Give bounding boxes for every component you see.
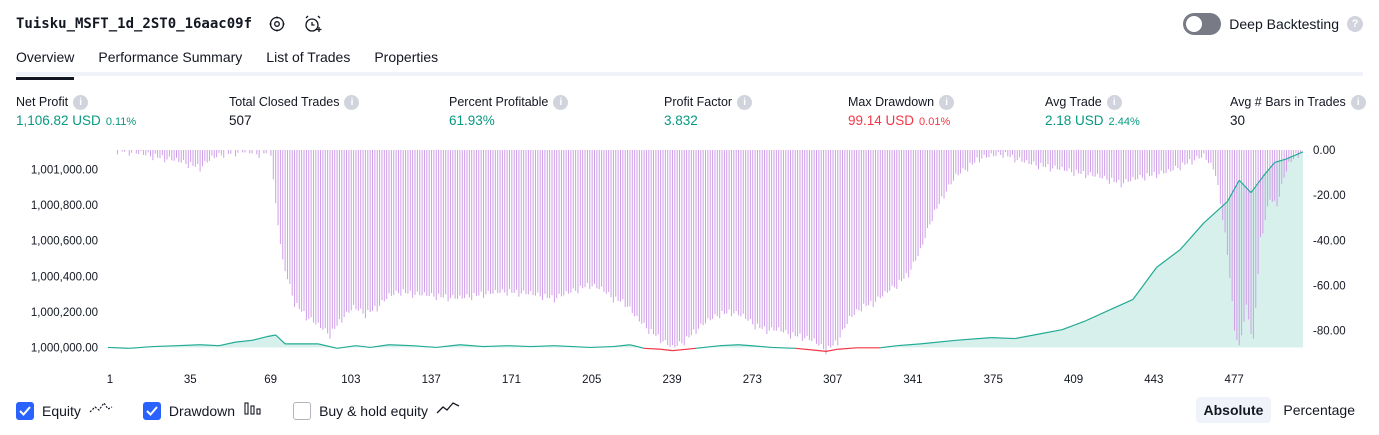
stat-percent: 0.11% <box>105 116 137 128</box>
legend-equity[interactable]: Equity <box>16 400 113 421</box>
x-axis-tick-label: 273 <box>743 374 762 386</box>
y-axis-tick-label: 1,000,600.00 <box>31 236 98 248</box>
chart-legend: Equity Drawdown Buy & hold equity <box>16 400 490 421</box>
equity-line-segment <box>795 347 815 351</box>
tab-performance-summary[interactable]: Performance Summary <box>98 46 242 76</box>
y2-axis-tick-label: 0.00 <box>1313 145 1335 157</box>
scale-toggle: Absolute Percentage <box>1195 397 1364 423</box>
info-icon[interactable]: i <box>939 94 955 110</box>
info-icon[interactable]: i <box>344 94 360 110</box>
equity-line-segment <box>825 348 838 352</box>
stat-value: 2.18 USD <box>1045 113 1104 128</box>
stat-label: Avg # Bars in Trades <box>1230 95 1346 109</box>
deep-backtesting: Deep Backtesting ? <box>1183 13 1363 35</box>
x-axis-tick-label: 375 <box>984 374 1003 386</box>
equity-drawdown-chart: 1,000,000.00 1,000,200.00 1,000,400.00 1,00… <box>31 145 1346 386</box>
y-axis-tick-label: 1,001,000.00 <box>31 165 98 177</box>
drawdown-bars-icon <box>243 400 263 421</box>
y-axis-tick-label: 1,000,800.00 <box>31 200 98 212</box>
buy-hold-line-icon <box>436 400 460 421</box>
tab-properties[interactable]: Properties <box>374 46 438 76</box>
stat-avg-bars-in-trades: Avg # Bars in Trades i 30 <box>1230 93 1366 128</box>
equity-line-segment <box>107 346 130 349</box>
deep-backtesting-label: Deep Backtesting <box>1229 16 1339 32</box>
add-alert-icon[interactable] <box>302 13 324 35</box>
y2-axis-tick-label: -20.00 <box>1313 190 1346 202</box>
percentage-button[interactable]: Percentage <box>1275 397 1363 423</box>
stat-value: 61.93% <box>449 113 495 128</box>
report-tabs: Overview Performance Summary List of Tra… <box>16 46 1363 80</box>
y-axis-tick-label: 1,000,000.00 <box>31 342 98 354</box>
equity-line-segment <box>771 346 796 349</box>
settings-icon[interactable] <box>266 13 288 35</box>
info-icon[interactable]: i <box>553 94 569 110</box>
legend-buy-hold-equity[interactable]: Buy & hold equity <box>293 400 460 421</box>
equity-line-segment <box>660 348 673 352</box>
x-axis-tick-label: 477 <box>1225 374 1244 386</box>
stat-value: 1,106.82 USD <box>16 113 101 128</box>
y-axis-tick-label: 1,000,400.00 <box>31 271 98 283</box>
x-axis-tick-label: 35 <box>184 374 197 386</box>
tab-overview[interactable]: Overview <box>16 46 75 80</box>
stat-percent: 0.01% <box>919 116 951 128</box>
x-axis-tick-label: 103 <box>341 374 360 386</box>
x-axis-tick-label: 307 <box>823 374 842 386</box>
x-axis-tick-label: 239 <box>662 374 681 386</box>
stat-percent-profitable: Percent Profitable i 61.93% <box>449 93 569 128</box>
info-icon[interactable]: i <box>73 94 89 110</box>
x-axis-tick-label: 1 <box>107 374 113 386</box>
x-axis-tick-label: 137 <box>422 374 441 386</box>
equity-line-segment <box>837 347 857 350</box>
absolute-button[interactable]: Absolute <box>1195 397 1272 423</box>
stat-value: 507 <box>229 113 252 128</box>
stat-label: Avg Trade <box>1045 95 1102 109</box>
info-icon[interactable]: i <box>1106 94 1122 110</box>
info-icon[interactable]: i <box>1350 94 1366 110</box>
stat-value: 30 <box>1230 113 1246 128</box>
question-icon[interactable]: ? <box>1347 16 1363 32</box>
stat-value: 99.14 USD <box>848 113 915 128</box>
stat-net-profit: Net Profit i 1,106.82 USD 0.11% <box>16 93 136 128</box>
stat-label: Total Closed Trades <box>229 95 340 109</box>
y-axis-tick-label: 1,000,200.00 <box>31 307 98 319</box>
stat-profit-factor: Profit Factor i 3.832 <box>664 93 753 128</box>
x-axis-tick-label: 205 <box>582 374 601 386</box>
tab-list-of-trades[interactable]: List of Trades <box>266 46 350 76</box>
equity-line-segment <box>644 347 661 350</box>
stat-total-closed-trades: Total Closed Trades i 507 <box>229 93 360 128</box>
legend-label: Buy & hold equity <box>319 402 429 419</box>
x-axis-tick-label: 171 <box>502 374 521 386</box>
x-axis-tick-label: 409 <box>1064 374 1083 386</box>
legend-label: Equity <box>42 402 81 419</box>
equity-line-segment <box>814 349 827 352</box>
stat-label: Percent Profitable <box>449 95 549 109</box>
deep-backtesting-toggle[interactable] <box>1183 13 1222 35</box>
toggle-knob <box>1186 16 1203 32</box>
strategy-title: Tuisku_MSFT_1d_2ST0_16aac09f <box>16 16 253 32</box>
stat-label: Max Drawdown <box>848 95 935 109</box>
x-axis-tick-label: 69 <box>264 374 277 386</box>
equity-line-segment <box>672 347 697 352</box>
equity-line-icon <box>89 400 113 421</box>
checkbox-checked-icon[interactable] <box>142 401 161 420</box>
stat-max-drawdown: Max Drawdown i 99.14 USD 0.01% <box>848 93 955 128</box>
stat-percent: 2.44% <box>1108 116 1140 128</box>
x-axis-tick-label: 443 <box>1144 374 1163 386</box>
info-icon[interactable]: i <box>737 94 753 110</box>
checkbox-checked-icon[interactable] <box>16 401 34 420</box>
x-axis-tick-label: 341 <box>903 374 922 386</box>
y2-axis-tick-label: -40.00 <box>1313 235 1346 247</box>
checkbox-unchecked-icon[interactable] <box>293 401 312 420</box>
stat-avg-trade: Avg Trade i 2.18 USD 2.44% <box>1045 93 1140 128</box>
legend-drawdown[interactable]: Drawdown <box>142 400 263 421</box>
legend-label: Drawdown <box>168 402 236 419</box>
stat-label: Net Profit <box>16 95 69 109</box>
stat-label: Profit Factor <box>664 95 733 109</box>
report-header: Tuisku_MSFT_1d_2ST0_16aac09f <box>16 10 324 38</box>
y2-axis-tick-label: -60.00 <box>1313 281 1346 293</box>
stat-value: 3.832 <box>664 113 698 128</box>
y2-axis-tick-label: -80.00 <box>1313 326 1346 338</box>
